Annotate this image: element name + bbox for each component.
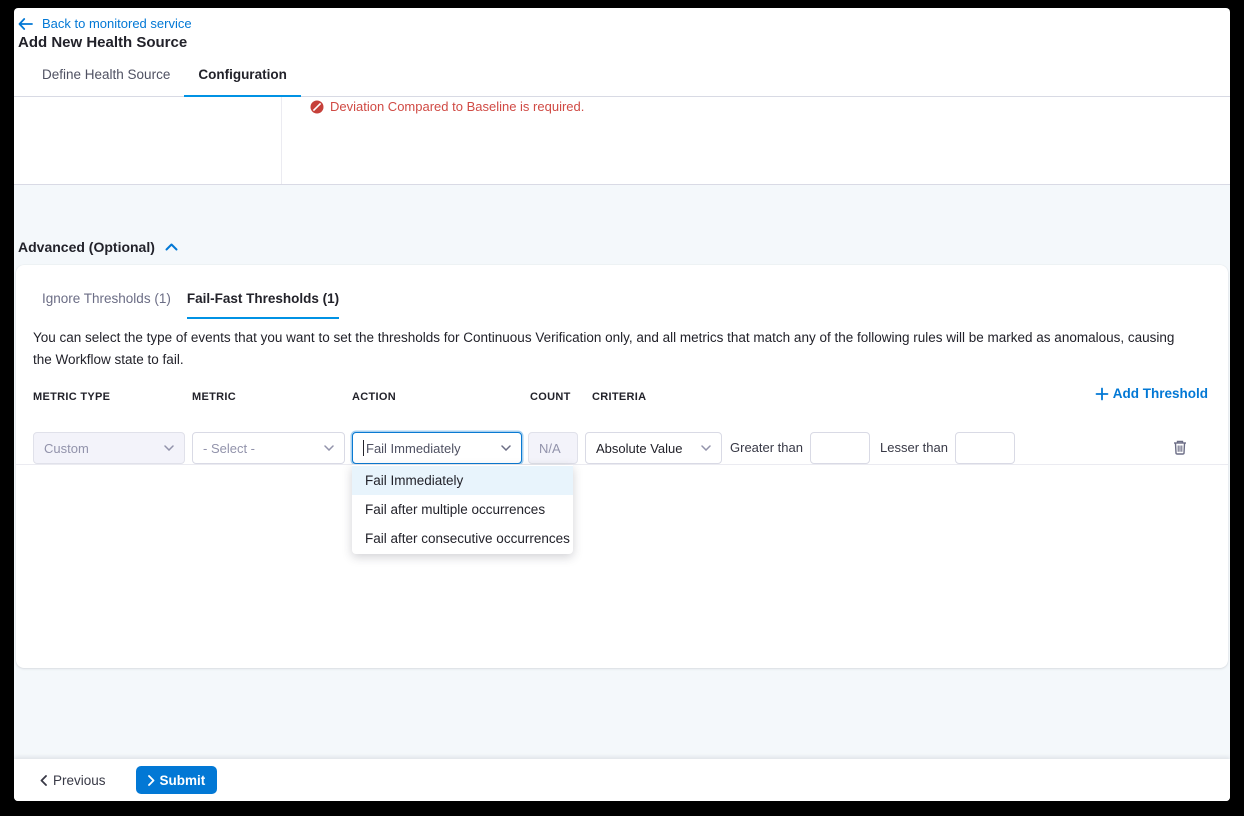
thresholds-description: You can select the type of events that y…	[33, 327, 1182, 372]
action-value: Fail Immediately	[363, 440, 461, 456]
chevron-left-icon	[40, 775, 47, 786]
submit-label: Submit	[160, 773, 206, 788]
criteria-value: Absolute Value	[596, 441, 683, 456]
chevron-down-icon	[501, 445, 511, 451]
plus-icon	[1095, 387, 1109, 401]
metric-type-select[interactable]: Custom	[33, 432, 185, 464]
trash-icon	[1172, 439, 1188, 456]
add-threshold-label: Add Threshold	[1113, 386, 1208, 401]
metric-type-value: Custom	[44, 441, 89, 456]
action-dropdown-menu: Fail Immediately Fail after multiple occ…	[352, 465, 573, 554]
advanced-toggle[interactable]: Advanced (Optional)	[18, 239, 178, 255]
previous-label: Previous	[53, 773, 106, 788]
thresholds-card: Ignore Thresholds (1) Fail-Fast Threshol…	[16, 265, 1228, 668]
page-title: Add New Health Source	[18, 34, 187, 51]
validation-error: Deviation Compared to Baseline is requir…	[310, 99, 584, 114]
lesser-than-input[interactable]	[955, 432, 1015, 464]
menu-item-fail-consecutive[interactable]: Fail after consecutive occurrences	[352, 524, 573, 553]
greater-than-label: Greater than	[730, 432, 803, 464]
error-icon	[310, 100, 324, 114]
delete-threshold-button[interactable]	[1172, 439, 1188, 456]
lesser-than-label: Lesser than	[880, 432, 948, 464]
form-panels: Deviation Compared to Baseline is requir…	[14, 97, 1230, 185]
chevron-up-icon	[165, 243, 178, 251]
greater-than-input[interactable]	[810, 432, 870, 464]
add-threshold-button[interactable]: Add Threshold	[1095, 386, 1208, 401]
metric-value: - Select -	[203, 441, 255, 456]
previous-button[interactable]: Previous	[40, 773, 106, 788]
arrow-left-icon	[18, 18, 33, 30]
advanced-title: Advanced (Optional)	[18, 239, 155, 255]
app-window: Back to monitored service Add New Health…	[14, 8, 1230, 801]
back-link-label: Back to monitored service	[42, 16, 192, 31]
menu-item-fail-immediately[interactable]: Fail Immediately	[352, 466, 573, 495]
advanced-section: Advanced (Optional) Ignore Thresholds (1…	[14, 185, 1230, 759]
action-select[interactable]: Fail Immediately	[352, 432, 522, 464]
row-divider	[16, 464, 1228, 465]
count-value: N/A	[539, 441, 561, 456]
text-cursor	[363, 440, 364, 456]
tab-define-health-source[interactable]: Define Health Source	[28, 67, 184, 97]
menu-item-fail-multiple[interactable]: Fail after multiple occurrences	[352, 495, 573, 524]
tab-configuration[interactable]: Configuration	[184, 67, 300, 97]
column-header-metric: METRIC	[192, 391, 236, 403]
column-header-count: COUNT	[530, 391, 571, 403]
back-link[interactable]: Back to monitored service	[18, 16, 192, 31]
tab-ignore-thresholds[interactable]: Ignore Thresholds (1)	[42, 283, 171, 319]
criteria-select[interactable]: Absolute Value	[585, 432, 722, 464]
threshold-tab-bar: Ignore Thresholds (1) Fail-Fast Threshol…	[42, 283, 339, 319]
column-header-action: ACTION	[352, 391, 396, 403]
column-header-criteria: CRITERIA	[592, 391, 646, 403]
threshold-row: Custom - Select - Fail Immediately	[16, 432, 1228, 464]
chevron-down-icon	[701, 445, 711, 451]
metric-select[interactable]: - Select -	[192, 432, 345, 464]
chevron-right-icon	[148, 775, 155, 786]
chevron-down-icon	[164, 445, 174, 451]
metric-list-panel	[14, 97, 282, 184]
main-tab-bar: Define Health Source Configuration	[14, 57, 1230, 97]
column-header-metric-type: METRIC TYPE	[33, 391, 110, 403]
chevron-down-icon	[324, 445, 334, 451]
submit-button[interactable]: Submit	[136, 766, 218, 794]
tab-fail-fast-thresholds[interactable]: Fail-Fast Thresholds (1)	[187, 283, 339, 319]
count-field: N/A	[528, 432, 578, 464]
validation-error-text: Deviation Compared to Baseline is requir…	[330, 99, 584, 114]
footer-bar: Previous Submit	[14, 759, 1230, 801]
